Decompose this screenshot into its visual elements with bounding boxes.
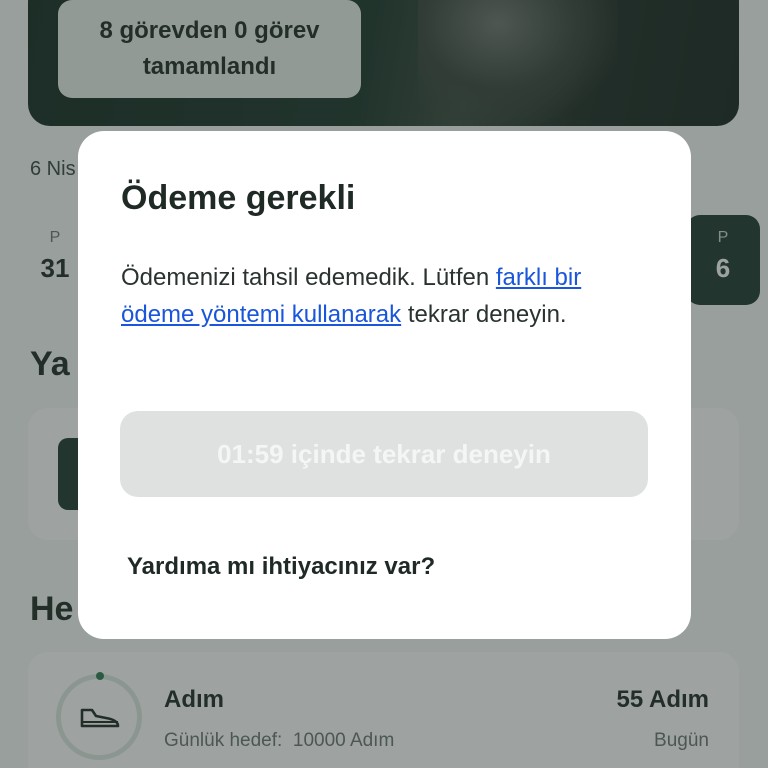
retry-countdown-button[interactable]: 01:59 içinde tekrar deneyin (120, 411, 648, 497)
dialog-title: Ödeme gerekli (121, 179, 356, 217)
dialog-message: Ödemenizi tahsil edemedik. Lütfen farklı… (121, 259, 661, 333)
dialog-message-prefix: Ödemenizi tahsil edemedik. Lütfen (121, 264, 496, 291)
payment-required-dialog: Ödeme gerekli Ödemenizi tahsil edemedik.… (78, 131, 691, 639)
dialog-message-suffix: tekrar deneyin. (401, 301, 567, 328)
help-link[interactable]: Yardıma mı ihtiyacınız var? (127, 553, 435, 581)
